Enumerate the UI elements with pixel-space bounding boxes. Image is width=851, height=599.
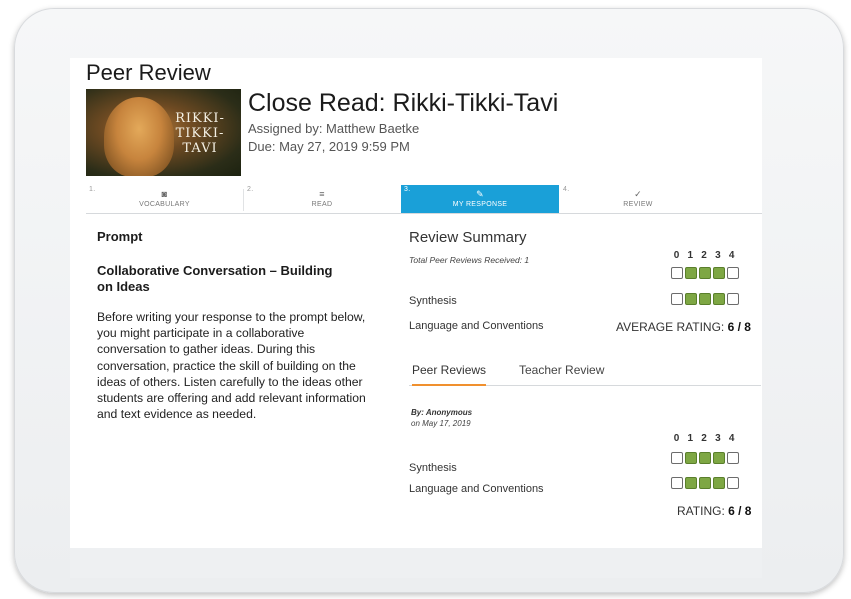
total-reviews-received: Total Peer Reviews Received: 1 xyxy=(409,255,530,265)
rating-box-empty xyxy=(671,477,683,489)
rating-box-empty xyxy=(727,293,739,305)
rating-boxes xyxy=(671,293,741,305)
rating-box-filled xyxy=(685,293,697,305)
average-rating-label: AVERAGE RATING: xyxy=(616,320,725,334)
review-tabs: Peer Reviews Teacher Review xyxy=(409,357,761,386)
rating-box-filled xyxy=(699,452,711,464)
rating-box-filled xyxy=(713,267,725,279)
tab-vocabulary[interactable]: 1. ◙ VOCABULARY xyxy=(86,185,243,213)
rating-box-empty xyxy=(727,477,739,489)
criterion-language-conventions: Language and Conventions xyxy=(409,320,544,332)
tab-read[interactable]: 2. ≡ READ xyxy=(244,185,400,213)
scale-value: 4 xyxy=(728,433,735,444)
assignment-title: Close Read: Rikki-Tikki-Tavi xyxy=(248,89,559,117)
check-icon: ✓ xyxy=(634,189,642,199)
tab-label: VOCABULARY xyxy=(139,201,190,208)
rating-scale-header: 0 1 2 3 4 xyxy=(671,250,737,261)
scale-value: 1 xyxy=(687,250,694,261)
camera-icon: ◙ xyxy=(161,189,168,199)
scale-value: 3 xyxy=(715,250,721,261)
rating-box-filled xyxy=(685,452,697,464)
rating-box-empty xyxy=(671,267,683,279)
tab-my-response[interactable]: 3. ✎ MY RESPONSE xyxy=(401,185,559,213)
rating-box-filled xyxy=(699,267,711,279)
prompt-body: Before writing your response to the prom… xyxy=(97,310,366,422)
rating-box-empty xyxy=(727,452,739,464)
criterion-language-conventions: Language and Conventions xyxy=(409,483,544,495)
rating-label: RATING: xyxy=(677,504,725,518)
prompt-heading: Prompt xyxy=(97,229,143,244)
criterion-synthesis: Synthesis xyxy=(409,462,457,474)
rating-box-empty xyxy=(671,452,683,464)
rating-box-filled xyxy=(713,293,725,305)
scale-value: 1 xyxy=(687,433,694,444)
tab-peer-reviews[interactable]: Peer Reviews xyxy=(412,363,487,386)
rating-box-filled xyxy=(713,452,725,464)
page-title: Peer Review xyxy=(86,60,211,85)
book-cover-image: RIKKI- TIKKI- TAVI xyxy=(86,89,241,176)
cover-title-text: RIKKI- TIKKI- TAVI xyxy=(175,111,225,156)
scale-value: 0 xyxy=(673,433,680,444)
rating-scale-header: 0 1 2 3 4 xyxy=(671,433,737,444)
tab-review[interactable]: 4. ✓ REVIEW xyxy=(560,185,716,213)
step-tabs: 1. ◙ VOCABULARY 2. ≡ READ 3. ✎ MY RESPON… xyxy=(86,185,762,214)
review-summary-title: Review Summary xyxy=(409,229,527,246)
reviewer-name: By: Anonymous xyxy=(411,408,473,417)
rating-value: 6 / 8 xyxy=(728,504,752,518)
scale-value: 4 xyxy=(728,250,735,261)
rating-boxes xyxy=(671,477,741,489)
scale-value: 3 xyxy=(715,433,721,444)
rating-box-filled xyxy=(685,477,697,489)
mongoose-illustration xyxy=(104,97,174,176)
rating-box-filled xyxy=(713,477,725,489)
rating-box-filled xyxy=(685,267,697,279)
average-rating: AVERAGE RATING: 6 / 8 xyxy=(616,320,751,334)
rating-box-empty xyxy=(727,267,739,279)
rating-box-empty xyxy=(671,293,683,305)
list-icon: ≡ xyxy=(319,189,325,199)
scale-value: 0 xyxy=(673,250,680,261)
review-date: on May 17, 2019 xyxy=(411,419,471,428)
tab-teacher-review[interactable]: Teacher Review xyxy=(519,363,604,377)
scale-value: 2 xyxy=(701,250,707,261)
peer-rating: RATING: 6 / 8 xyxy=(677,504,751,518)
tab-label: REVIEW xyxy=(623,201,653,208)
pencil-icon: ✎ xyxy=(476,189,484,199)
average-rating-value: 6 / 8 xyxy=(727,320,751,334)
rating-boxes xyxy=(671,267,741,279)
rating-boxes xyxy=(671,452,741,464)
tab-label: MY RESPONSE xyxy=(452,201,508,208)
criterion-synthesis: Synthesis xyxy=(409,295,457,307)
assigned-by: Assigned by: Matthew Baetke xyxy=(248,121,420,136)
rating-box-filled xyxy=(699,293,711,305)
tab-label: READ xyxy=(311,201,333,208)
prompt-title: Collaborative Conversation – Building on… xyxy=(97,263,333,294)
screen-footer-strip xyxy=(70,548,762,578)
rating-box-filled xyxy=(699,477,711,489)
scale-value: 2 xyxy=(701,433,707,444)
due-date: Due: May 27, 2019 9:59 PM xyxy=(248,139,410,154)
